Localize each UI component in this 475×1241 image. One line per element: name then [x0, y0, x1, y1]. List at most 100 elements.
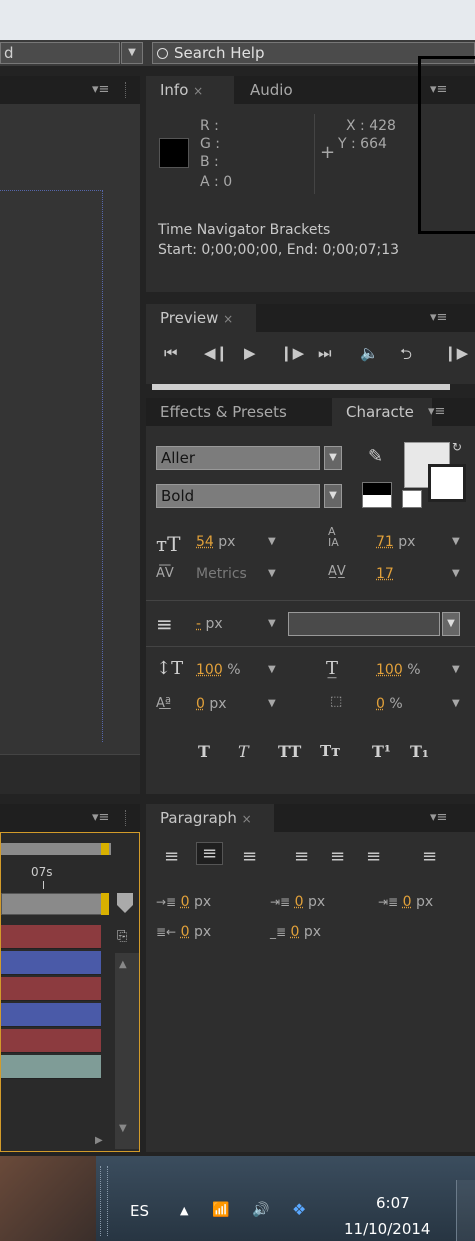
panel-menu-icon[interactable]: ▾≡	[92, 810, 109, 825]
panel-menu-icon[interactable]: ▾≡	[428, 404, 445, 419]
time-navigator-bar[interactable]	[1, 893, 105, 915]
space-after-field[interactable]: _≣ 0 px	[270, 924, 321, 940]
tab-paragraph[interactable]: Paragraph ×	[146, 804, 274, 832]
layer-track-6[interactable]	[1, 1055, 101, 1079]
first-line-indent-field[interactable]: ⇥≣ 0 px	[270, 894, 325, 910]
tab-preview[interactable]: Preview ×	[146, 304, 256, 332]
loop-icon[interactable]: ⮌	[400, 344, 412, 369]
stroke-style-dropdown-button[interactable]: ▼	[442, 612, 460, 636]
tab-effects-presets[interactable]: Effects & Presets	[146, 398, 326, 426]
layer-track-2[interactable]	[1, 951, 101, 975]
work-area-bar[interactable]	[1, 843, 111, 855]
panel-grip[interactable]	[125, 82, 128, 98]
layer-track-4[interactable]	[1, 1003, 101, 1027]
close-icon[interactable]: ×	[242, 812, 252, 826]
show-desktop-button[interactable]	[456, 1180, 475, 1241]
stroke-style-select[interactable]	[288, 612, 440, 636]
horizontal-scale-value[interactable]: 100 %	[376, 662, 421, 678]
scroll-up-icon[interactable]: ▲	[119, 959, 127, 970]
eyedropper-icon[interactable]: ✎	[368, 446, 383, 467]
last-frame-icon[interactable]: ⏭	[318, 344, 332, 362]
justify-all-icon[interactable]: ≡	[422, 846, 437, 867]
all-caps-button[interactable]: TT	[278, 742, 301, 761]
font-style-select[interactable]: Bold	[156, 484, 320, 508]
marker-icon[interactable]	[117, 893, 133, 913]
clock-time[interactable]: 6:07	[376, 1194, 410, 1212]
dropbox-icon[interactable]: ❖	[292, 1200, 306, 1219]
indent-right-field[interactable]: ⇥≣ 0 px	[378, 894, 433, 910]
next-frame-icon[interactable]: ❙▶	[280, 344, 304, 362]
layer-track-1[interactable]	[1, 925, 101, 949]
tracking-value[interactable]: 17	[376, 566, 394, 582]
layer-track-5[interactable]	[1, 1029, 101, 1053]
scroll-right-icon[interactable]: ▶	[95, 1135, 103, 1146]
no-color-swatch[interactable]	[402, 490, 422, 508]
space-before-field[interactable]: ≣← 0 px	[156, 924, 211, 940]
previous-frame-icon[interactable]: ◀❙	[204, 344, 228, 362]
window-topbar	[0, 0, 475, 40]
panel-menu-icon[interactable]: ▾≡	[92, 82, 109, 97]
align-right-icon[interactable]: ≡	[242, 846, 257, 867]
vertical-scale-value[interactable]: 100 %	[196, 662, 241, 678]
font-size-value[interactable]: 54 px	[196, 534, 235, 550]
layer-track-3[interactable]	[1, 977, 101, 1001]
comp-button-icon[interactable]: ⎘	[117, 929, 127, 944]
stroke-width-value[interactable]: - px	[196, 616, 223, 632]
first-frame-icon[interactable]: ⏮	[164, 344, 178, 362]
chevron-down-icon[interactable]: ▼	[452, 698, 460, 709]
chevron-down-icon[interactable]: ▼	[268, 536, 276, 547]
work-area-end-handle[interactable]	[101, 843, 109, 855]
faux-bold-button[interactable]: T	[198, 742, 210, 761]
workspace-dropdown-button[interactable]: ▼	[121, 42, 143, 64]
tsume-value[interactable]: 0 %	[376, 696, 403, 712]
chevron-down-icon[interactable]: ▼	[268, 664, 276, 675]
chevron-down-icon[interactable]: ▼	[452, 536, 460, 547]
volume-icon[interactable]: 🔊	[252, 1202, 269, 1218]
scrollbar-track[interactable]	[115, 953, 139, 1149]
chevron-down-icon[interactable]: ▼	[452, 568, 460, 579]
time-navigator-handle[interactable]	[101, 893, 109, 915]
close-icon[interactable]: ×	[193, 84, 203, 98]
faux-italic-button[interactable]: T	[238, 742, 249, 761]
audio-icon[interactable]: 🔈	[360, 344, 379, 362]
tab-info[interactable]: Info ×	[146, 76, 234, 104]
indent-left-field[interactable]: →≣ 0 px	[156, 894, 211, 910]
tab-character[interactable]: Characte	[332, 398, 432, 426]
align-left-icon[interactable]: ≡	[164, 846, 179, 867]
workspace-select[interactable]: d	[0, 42, 120, 64]
font-family-dropdown-button[interactable]: ▼	[324, 446, 342, 470]
leading-value[interactable]: 71 px	[376, 534, 415, 550]
align-center-icon[interactable]: ≡	[196, 842, 224, 865]
network-icon[interactable]: 📶	[212, 1202, 229, 1218]
justify-last-center-icon[interactable]: ≡	[330, 846, 345, 867]
justify-last-left-icon[interactable]: ≡	[294, 846, 309, 867]
font-family-select[interactable]: Aller	[156, 446, 320, 470]
justify-last-right-icon[interactable]: ≡	[366, 846, 381, 867]
black-white-swatch[interactable]	[362, 482, 392, 508]
baseline-shift-value[interactable]: 0 px	[196, 696, 227, 712]
language-indicator[interactable]: ES	[130, 1202, 149, 1220]
panel-grip[interactable]	[125, 810, 128, 826]
taskbar-app-thumbnail[interactable]	[0, 1156, 96, 1241]
play-icon[interactable]: ▶	[244, 344, 256, 362]
swap-colors-icon[interactable]: ↻	[452, 440, 462, 454]
stroke-color-swatch[interactable]	[428, 464, 466, 502]
chevron-down-icon[interactable]: ▼	[452, 664, 460, 675]
ram-preview-icon[interactable]: ❙▶	[444, 344, 468, 362]
chevron-down-icon[interactable]: ▼	[268, 698, 276, 709]
chevron-down-icon[interactable]: ▼	[268, 568, 276, 579]
tab-audio[interactable]: Audio	[236, 76, 316, 104]
kerning-value[interactable]: Metrics	[196, 566, 247, 582]
time-ruler-label: 07s	[31, 865, 53, 879]
chevron-down-icon[interactable]: ▼	[268, 618, 276, 629]
panel-menu-icon[interactable]: ▾≡	[430, 310, 447, 325]
subscript-button[interactable]: T₁	[410, 742, 429, 761]
small-caps-button[interactable]: Tт	[320, 742, 340, 760]
close-icon[interactable]: ×	[223, 312, 233, 326]
show-hidden-icons[interactable]: ▲	[180, 1204, 188, 1217]
clock-date[interactable]: 11/10/2014	[344, 1220, 430, 1238]
font-style-dropdown-button[interactable]: ▼	[324, 484, 342, 508]
superscript-button[interactable]: T¹	[372, 742, 391, 761]
panel-menu-icon[interactable]: ▾≡	[430, 810, 447, 825]
scroll-down-icon[interactable]: ▼	[119, 1123, 127, 1134]
